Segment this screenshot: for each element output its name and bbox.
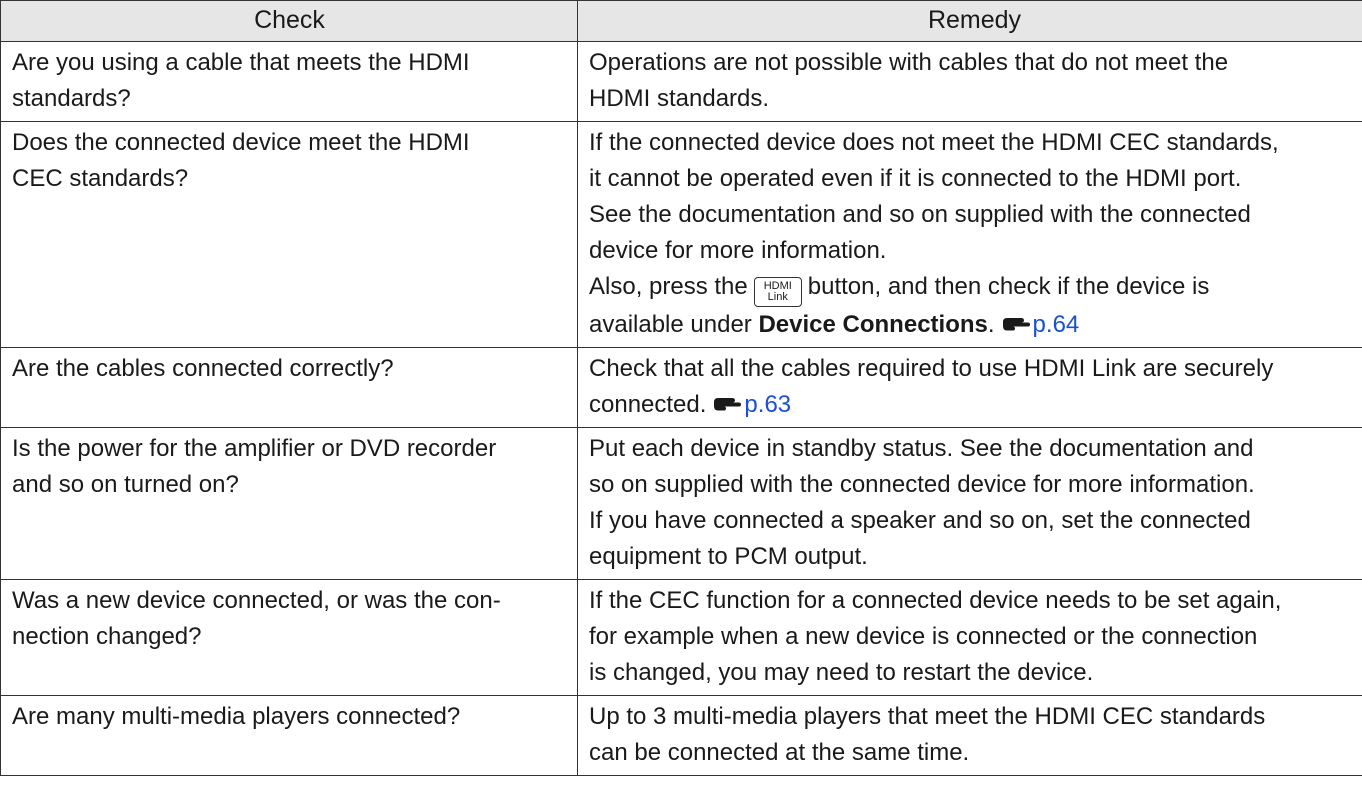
remedy-text-with-button: Also, press the HDMI Link button, and then … <box>589 269 1362 307</box>
hdmi-link-button-bottom-label: Link <box>767 291 788 303</box>
menu-name-device-connections: Device Connections <box>758 311 988 338</box>
check-cell: Are the cables connected correctly? <box>0 347 578 428</box>
remedy-cell: If the connected device does not meet th… <box>577 121 1362 348</box>
hdmi-link-button-icon: HDMI Link <box>753 277 802 307</box>
remedy-text: See the documentation and so on supplied… <box>589 201 1251 228</box>
check-text: CEC standards? <box>12 165 189 192</box>
check-cell: Is the power for the amplifier or DVD re… <box>0 427 578 580</box>
remedy-text: so on supplied with the connected device… <box>589 471 1255 498</box>
page-reference-link[interactable]: p.63 <box>744 391 791 418</box>
remedy-text: Check that all the cables required to us… <box>589 355 1274 382</box>
column-header-remedy: Remedy <box>577 0 1362 42</box>
remedy-text: for example when a new device is connect… <box>589 623 1258 650</box>
remedy-text: equipment to PCM output. <box>589 543 868 570</box>
page-reference-link[interactable]: p.64 <box>1033 311 1080 338</box>
pointing-hand-icon <box>714 398 742 411</box>
check-text: Are you using a cable that meets the HDM… <box>12 49 470 76</box>
remedy-text: available under <box>589 311 752 338</box>
remedy-text: If the CEC function for a connected devi… <box>589 587 1282 614</box>
remedy-text: Up to 3 multi-media players that meet th… <box>589 703 1266 730</box>
remedy-text: Operations are not possible with cables … <box>589 49 1229 76</box>
check-cell: Are many multi-media players connected? <box>0 695 578 776</box>
pointing-hand-icon <box>1002 318 1030 331</box>
table-row: Are you using a cable that meets the HDM… <box>0 41 1362 122</box>
remedy-cell: Put each device in standby status. See t… <box>577 427 1362 580</box>
table-row: Is the power for the amplifier or DVD re… <box>0 427 1362 580</box>
check-cell: Are you using a cable that meets the HDM… <box>0 41 578 122</box>
remedy-text: . <box>987 311 995 338</box>
remedy-text: can be connected at the same time. <box>589 739 970 766</box>
troubleshooting-table: Check Remedy Are you using a cable that … <box>0 0 1362 776</box>
check-text: nection changed? <box>12 623 202 650</box>
remedy-text: button, and then check if the device is <box>807 273 1210 300</box>
remedy-cell: Check that all the cables required to us… <box>577 347 1362 428</box>
remedy-text: If the connected device does not meet th… <box>589 129 1279 156</box>
column-header-check: Check <box>0 0 578 42</box>
check-cell: Was a new device connected, or was the c… <box>0 579 578 696</box>
check-text: Does the connected device meet the HDMI <box>12 129 470 156</box>
check-text: standards? <box>12 85 131 112</box>
remedy-text: connected. <box>589 391 707 418</box>
table-row: Was a new device connected, or was the c… <box>0 579 1362 696</box>
remedy-cell: Operations are not possible with cables … <box>577 41 1362 122</box>
check-text: Is the power for the amplifier or DVD re… <box>12 435 497 462</box>
check-text: Was a new device connected, or was the c… <box>12 587 501 614</box>
table-row: Does the connected device meet the HDMI … <box>0 121 1362 348</box>
remedy-text: Put each device in standby status. See t… <box>589 435 1254 462</box>
remedy-cell: If the CEC function for a connected devi… <box>577 579 1362 696</box>
table-row: Are many multi-media players connected? … <box>0 695 1362 776</box>
check-text: and so on turned on? <box>12 471 239 498</box>
remedy-text: is changed, you may need to restart the … <box>589 659 1094 686</box>
remedy-text: device for more information. <box>589 237 887 264</box>
table-row: Are the cables connected correctly? Chec… <box>0 347 1362 428</box>
check-cell: Does the connected device meet the HDMI … <box>0 121 578 348</box>
remedy-text: it cannot be operated even if it is conn… <box>589 165 1242 192</box>
remedy-text-with-link: available under Device Connections. p.64 <box>589 307 1362 343</box>
remedy-cell: Up to 3 multi-media players that meet th… <box>577 695 1362 776</box>
remedy-text-with-link: connected. p.63 <box>589 387 1362 423</box>
remedy-text: If you have connected a speaker and so o… <box>589 507 1251 534</box>
check-text: Are the cables connected correctly? <box>12 355 394 382</box>
table-header-row: Check Remedy <box>0 0 1362 42</box>
check-text: Are many multi-media players connected? <box>12 703 461 730</box>
remedy-text: Also, press the <box>589 273 748 300</box>
remedy-text: HDMI standards. <box>589 85 770 112</box>
